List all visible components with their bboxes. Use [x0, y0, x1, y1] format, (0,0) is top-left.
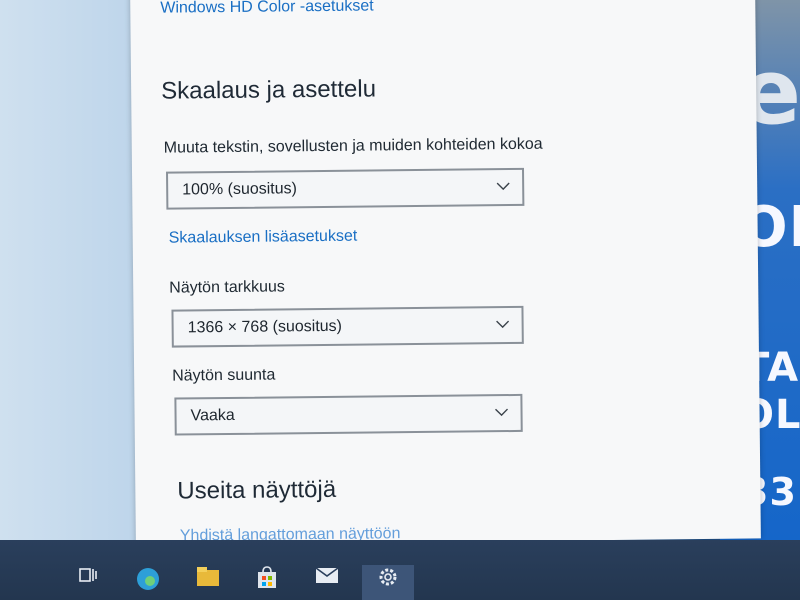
- resolution-dropdown[interactable]: 1366 × 768 (suositus): [171, 305, 524, 348]
- scale-label: Muuta tekstin, sovellusten ja muiden koh…: [163, 135, 543, 157]
- orientation-label: Näytön suunta: [172, 366, 276, 385]
- file-explorer-button[interactable]: [188, 565, 228, 600]
- hd-color-settings-link[interactable]: Windows HD Color -asetukset: [160, 0, 374, 18]
- advanced-scaling-link[interactable]: Skaalauksen lisäasetukset: [169, 228, 358, 248]
- multiple-displays-title: Useita näyttöjä: [177, 475, 337, 505]
- chevron-down-icon: [495, 408, 509, 417]
- scale-dropdown[interactable]: 100% (suositus): [166, 167, 525, 210]
- scale-dropdown-value: 100% (suositus): [182, 180, 298, 199]
- desktop-background-left: [0, 0, 150, 540]
- task-view-icon: [79, 568, 97, 582]
- chevron-down-icon: [496, 182, 510, 191]
- chevron-down-icon: [496, 320, 510, 329]
- resolution-dropdown-value: 1366 × 768 (suositus): [187, 317, 343, 337]
- taskbar: [0, 540, 800, 600]
- edge-button[interactable]: [128, 565, 168, 600]
- orientation-dropdown[interactable]: Vaaka: [174, 393, 523, 436]
- orientation-dropdown-value: Vaaka: [190, 406, 235, 425]
- scaling-section-title: Skaalaus ja asettelu: [161, 75, 377, 105]
- store-icon: [258, 566, 276, 588]
- task-view-button[interactable]: [68, 565, 108, 600]
- store-button[interactable]: [247, 565, 287, 600]
- edge-icon: [137, 568, 159, 590]
- file-explorer-icon: [197, 567, 219, 586]
- mail-button[interactable]: [307, 565, 347, 600]
- settings-icon: [379, 568, 397, 586]
- settings-window: Windows HD Color -asetukset Skaalaus ja …: [130, 0, 761, 545]
- resolution-label: Näytön tarkkuus: [169, 278, 285, 297]
- mail-icon: [315, 567, 339, 583]
- settings-button[interactable]: [362, 565, 414, 600]
